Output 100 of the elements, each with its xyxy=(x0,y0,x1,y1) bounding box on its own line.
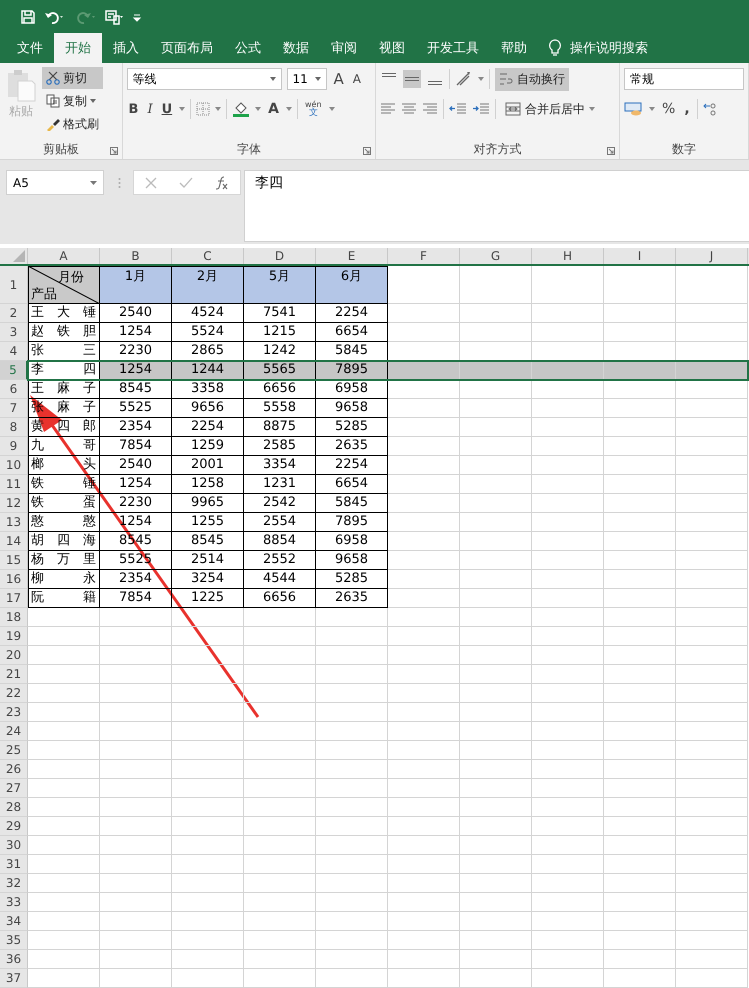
grid-cell[interactable] xyxy=(172,855,244,874)
grid-cell[interactable] xyxy=(388,513,460,532)
grid-cell[interactable] xyxy=(388,380,460,399)
grid-cell[interactable] xyxy=(316,931,388,950)
grid-cell[interactable] xyxy=(460,646,532,665)
grid-cell[interactable] xyxy=(28,912,100,931)
grid-cell[interactable] xyxy=(532,532,604,551)
grid-cell[interactable] xyxy=(316,874,388,893)
grid-cell[interactable] xyxy=(532,855,604,874)
save-icon[interactable] xyxy=(20,8,36,24)
grid-cell[interactable] xyxy=(388,817,460,836)
column-header[interactable]: J xyxy=(676,248,748,264)
grid-cell[interactable] xyxy=(532,570,604,589)
grid-cell[interactable] xyxy=(316,779,388,798)
grid-cell[interactable] xyxy=(388,836,460,855)
grid-cell[interactable] xyxy=(460,741,532,760)
align-center-icon[interactable] xyxy=(401,103,418,115)
grid-cell[interactable] xyxy=(28,931,100,950)
grid-cell[interactable] xyxy=(532,741,604,760)
grid-cell[interactable] xyxy=(172,931,244,950)
grid-cell[interactable] xyxy=(316,684,388,703)
number-format-field[interactable]: 常规 xyxy=(624,68,744,90)
grid-cell[interactable] xyxy=(676,798,748,817)
grid-cell[interactable] xyxy=(532,912,604,931)
grid-cell[interactable] xyxy=(388,798,460,817)
grid-cell[interactable] xyxy=(676,912,748,931)
grid-cell[interactable] xyxy=(28,741,100,760)
grid-cell[interactable] xyxy=(244,684,316,703)
grid-cell[interactable] xyxy=(604,532,676,551)
grid-cell[interactable] xyxy=(460,456,532,475)
grid-cell[interactable] xyxy=(532,760,604,779)
grid-cell[interactable] xyxy=(388,703,460,722)
grid-cell[interactable] xyxy=(244,741,316,760)
row-header[interactable]: 18 xyxy=(0,608,28,627)
grid-cell[interactable] xyxy=(676,893,748,912)
grid-cell[interactable] xyxy=(172,627,244,646)
column-header[interactable]: E xyxy=(316,248,388,264)
column-header[interactable]: H xyxy=(532,248,604,264)
grid-cell[interactable] xyxy=(388,627,460,646)
grid-cell[interactable] xyxy=(532,665,604,684)
grid-cell[interactable] xyxy=(604,266,676,304)
grid-cell[interactable] xyxy=(532,703,604,722)
underline-button[interactable]: U xyxy=(160,102,174,116)
grid-cell[interactable] xyxy=(460,608,532,627)
ribbon-tab[interactable]: 页面布局 xyxy=(150,33,224,63)
grid-cell[interactable] xyxy=(676,950,748,969)
grid-cell[interactable] xyxy=(172,608,244,627)
grid-cell[interactable] xyxy=(100,684,172,703)
row-header[interactable]: 5 xyxy=(0,361,28,380)
grid-cell[interactable] xyxy=(532,836,604,855)
grid-cell[interactable] xyxy=(676,494,748,513)
grid-cell[interactable] xyxy=(676,380,748,399)
grid-cell[interactable] xyxy=(244,874,316,893)
vertical-align-button[interactable] xyxy=(403,70,422,88)
grid-cell[interactable] xyxy=(460,513,532,532)
grid-cell[interactable] xyxy=(676,418,748,437)
grid-cell[interactable] xyxy=(676,836,748,855)
grid-cell[interactable] xyxy=(388,494,460,513)
grid-cell[interactable] xyxy=(388,741,460,760)
grid-cell[interactable] xyxy=(28,760,100,779)
grid-cell[interactable] xyxy=(388,475,460,494)
grid-cell[interactable] xyxy=(604,323,676,342)
grid-cell[interactable] xyxy=(172,741,244,760)
grid-cell[interactable] xyxy=(604,836,676,855)
grid-cell[interactable] xyxy=(244,969,316,988)
grid-cell[interactable] xyxy=(532,684,604,703)
decrease-indent-icon[interactable] xyxy=(449,103,468,115)
grid-cell[interactable] xyxy=(532,513,604,532)
row-header[interactable]: 15 xyxy=(0,551,28,570)
row-header[interactable]: 37 xyxy=(0,969,28,988)
grid-cell[interactable] xyxy=(460,551,532,570)
grid-cell[interactable] xyxy=(316,608,388,627)
formula-field[interactable]: 李四 xyxy=(244,170,749,242)
grid-cell[interactable] xyxy=(28,684,100,703)
borders-icon[interactable] xyxy=(196,102,210,116)
grid-cell[interactable] xyxy=(316,646,388,665)
grid-cell[interactable] xyxy=(388,323,460,342)
grid-cell[interactable] xyxy=(460,399,532,418)
grid-cell[interactable] xyxy=(676,456,748,475)
grid-cell[interactable] xyxy=(460,950,532,969)
column-header[interactable]: A xyxy=(28,248,100,264)
increase-decimal-icon[interactable] xyxy=(702,102,717,116)
row-header[interactable]: 23 xyxy=(0,703,28,722)
grid-cell[interactable] xyxy=(460,855,532,874)
grid-cell[interactable] xyxy=(316,950,388,969)
grid-cell[interactable] xyxy=(532,798,604,817)
phonetic-button[interactable]: wén 文 xyxy=(302,100,324,118)
shrink-font-button[interactable]: A xyxy=(350,72,363,86)
name-box[interactable]: A5 xyxy=(6,170,104,195)
grid-cell[interactable] xyxy=(172,665,244,684)
grid-cell[interactable] xyxy=(388,950,460,969)
checkmark-icon[interactable] xyxy=(179,176,193,188)
grid-cell[interactable] xyxy=(28,722,100,741)
grid-cell[interactable] xyxy=(532,969,604,988)
grid-cell[interactable] xyxy=(388,874,460,893)
clipboard-tool-button[interactable]: 格式刷 xyxy=(42,113,103,135)
grid-cell[interactable] xyxy=(244,646,316,665)
grid-cell[interactable] xyxy=(28,665,100,684)
grid-cell[interactable] xyxy=(460,380,532,399)
grid-cell[interactable] xyxy=(244,798,316,817)
